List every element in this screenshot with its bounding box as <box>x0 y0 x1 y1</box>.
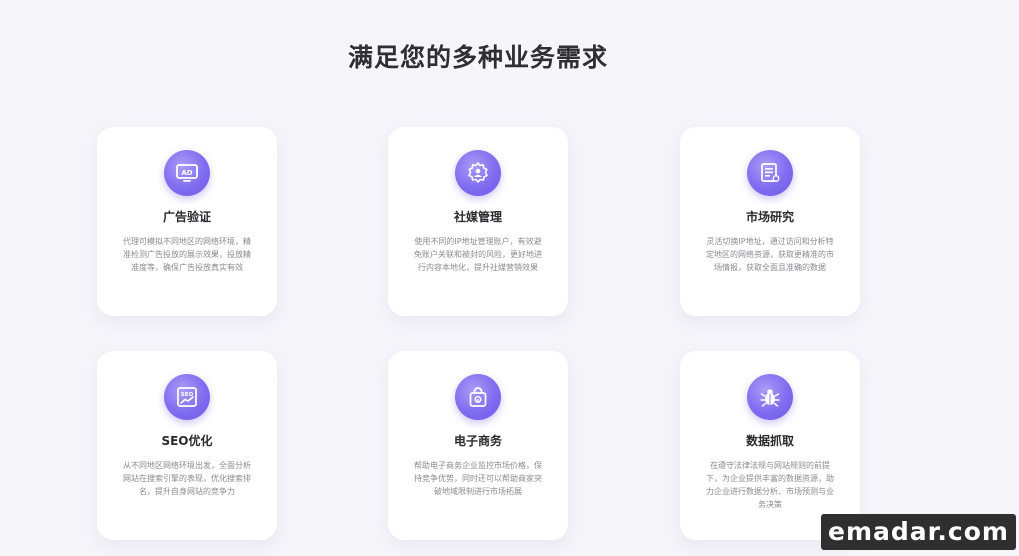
bug-crawler-icon <box>747 374 793 420</box>
card-title: 广告验证 <box>162 210 211 224</box>
card-social-media[interactable]: 社媒管理 使用不同的IP地址管理账户，有效避免账户关联和被封的风险，更好地进行内… <box>388 127 568 316</box>
card-description: 在遵守法律法规与网站规则的前提下，为企业提供丰富的数据资源，助力企业进行数据分析… <box>706 461 834 509</box>
card-data-scraping[interactable]: 数据抓取 在遵守法律法规与网站规则的前提下，为企业提供丰富的数据资源，助力企业进… <box>680 351 860 540</box>
market-report-icon <box>747 150 793 196</box>
svg-text:AD: AD <box>181 169 192 177</box>
card-ad-verification[interactable]: AD 广告验证 代理可模拟不同地区的网络环境，精准检测广告投放的展示效果，投放精… <box>97 127 277 316</box>
shopping-bag-icon: e <box>455 374 501 420</box>
card-description: 从不同地区网络环境出发，全面分析网站在搜索引擎的表现，优化搜索排名，提升自身网站… <box>123 461 251 496</box>
card-title: 社媒管理 <box>453 210 502 224</box>
svg-text:e: e <box>476 398 479 403</box>
watermark: emadar.com <box>821 514 1016 550</box>
card-description: 使用不同的IP地址管理账户，有效避免账户关联和被封的风险，更好地进行内容本地化，… <box>414 237 542 272</box>
ad-icon: AD <box>164 150 210 196</box>
card-title: 市场研究 <box>745 210 794 224</box>
seo-chart-icon: SEO <box>164 374 210 420</box>
social-media-gear-icon <box>455 150 501 196</box>
card-ecommerce[interactable]: e 电子商务 帮助电子商务企业监控市场价格，保持竞争优势，同时还可以帮助商家突破… <box>388 351 568 540</box>
card-description: 灵活切换IP地址，通过访问和分析特定地区的网络资源，获取更精准的市场情报，获取全… <box>706 237 834 272</box>
card-title: 电子商务 <box>453 434 502 448</box>
card-description: 代理可模拟不同地区的网络环境，精准检测广告投放的展示效果，投放精准度等，确保广告… <box>123 237 251 272</box>
card-title: 数据抓取 <box>745 434 794 448</box>
card-seo[interactable]: SEO SEO优化 从不同地区网络环境出发，全面分析网站在搜索引擎的表现，优化搜… <box>97 351 277 540</box>
page-title: 满足您的多种业务需求 <box>347 43 608 72</box>
card-description: 帮助电子商务企业监控市场价格，保持竞争优势，同时还可以帮助商家突破地域限制进行市… <box>414 461 542 496</box>
card-title: SEO优化 <box>161 434 213 448</box>
card-market-research[interactable]: 市场研究 灵活切换IP地址，通过访问和分析特定地区的网络资源，获取更精准的市场情… <box>680 127 860 316</box>
